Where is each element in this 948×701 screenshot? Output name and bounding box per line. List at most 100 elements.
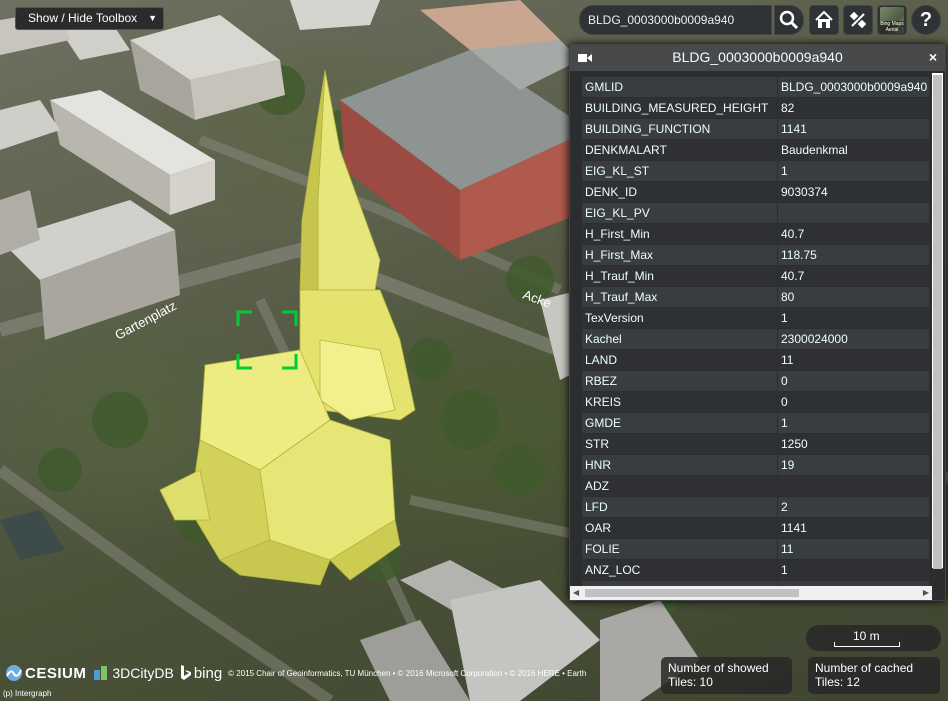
attribute-key: DENKMALART	[581, 139, 778, 161]
scroll-right-icon[interactable]: ▶	[923, 588, 929, 597]
base-layer-picker-button[interactable]: Bing Maps Aerial	[877, 5, 907, 35]
attribute-value: 11	[777, 349, 930, 371]
scale-label: 10 m	[853, 629, 880, 643]
table-row: EIG_KL_PV	[581, 202, 930, 224]
attribute-value: Baudenkmal	[777, 139, 930, 161]
credit-text: © 2015 Chair of Geoinformatics, TU Münch…	[228, 668, 587, 678]
scene-mode-icon	[849, 11, 867, 29]
attribute-key: H_First_Min	[581, 223, 778, 245]
attribute-key: H_Trauf_Max	[581, 286, 778, 308]
attribute-key: GMLID	[581, 76, 778, 98]
showed-tiles-label: Number of showed	[668, 661, 769, 675]
table-row: DENKMALART Baudenkmal	[581, 139, 930, 161]
table-row: H_First_Min 40.7	[581, 223, 930, 245]
attribute-value: 19	[777, 454, 930, 476]
attribute-key: ADZ	[581, 475, 778, 497]
cached-tiles-count: Tiles: 12	[815, 675, 860, 689]
attribute-key: EIG_KL_ST	[581, 160, 778, 182]
help-button[interactable]: ?	[911, 5, 941, 35]
home-icon	[815, 10, 833, 28]
home-button[interactable]	[809, 5, 839, 35]
table-row: STR 1250	[581, 433, 930, 455]
attribute-key: LFD	[581, 496, 778, 518]
help-icon: ?	[919, 8, 933, 31]
table-row: BUILDING_MEASURED_HEIGHT 82	[581, 97, 930, 119]
table-row: KREIS 0	[581, 391, 930, 413]
table-row: H_First_Max 118.75	[581, 244, 930, 266]
scene-mode-button[interactable]	[843, 5, 873, 35]
table-row: BUILDING_FUNCTION 1141	[581, 118, 930, 140]
table-row: ANZ_LOC 1	[581, 559, 930, 581]
horizontal-scrollbar[interactable]: ◀ ▶	[570, 586, 932, 600]
attribute-key: RBEZ	[581, 370, 778, 392]
camera-icon[interactable]	[578, 53, 592, 63]
showed-tiles-counter: Number of showed Tiles: 10	[661, 657, 792, 694]
table-row: GMLID BLDG_0003000b0009a940	[581, 76, 930, 98]
showed-tiles-count: Tiles: 10	[668, 675, 713, 689]
close-icon[interactable]: ×	[929, 45, 937, 70]
cesium-logo-text: CESIUM	[25, 664, 87, 682]
table-row: ADZ	[581, 475, 930, 497]
scrollbar-thumb[interactable]	[585, 589, 799, 597]
attribute-value: 0	[777, 370, 930, 392]
distance-legend: 10 m	[806, 625, 941, 651]
table-row: GMDE 1	[581, 412, 930, 434]
attribute-value	[777, 475, 930, 497]
attribute-key: GMDE	[581, 412, 778, 434]
attribute-value	[777, 202, 930, 224]
attribute-value: 40.7	[777, 265, 930, 287]
search-button[interactable]	[774, 5, 804, 35]
attribute-table: GMLID BLDG_0003000b0009a940 BUILDING_MEASU…	[581, 76, 930, 586]
cached-tiles-label: Number of cached	[815, 661, 914, 675]
attribute-value: 1	[777, 160, 930, 182]
attribute-value: 82	[777, 97, 930, 119]
attribute-value: 9030374	[777, 181, 930, 203]
attribute-value: 0	[777, 391, 930, 413]
attribute-value: BLDG_0003000b0009a940	[777, 76, 930, 98]
attribute-value: 2	[777, 496, 930, 518]
attribute-value: 1250	[777, 433, 930, 455]
toolbox-label: Show / Hide Toolbox	[28, 11, 138, 25]
table-row: LFD 2	[581, 496, 930, 518]
table-row: H_Trauf_Min 40.7	[581, 265, 930, 287]
bing-icon	[180, 665, 191, 680]
attribute-key: FOLIE	[581, 538, 778, 560]
search-input-value: BLDG_0003000b0009a940	[588, 13, 735, 27]
attribute-value: 1	[777, 559, 930, 581]
bing-logo[interactable]: bing	[180, 665, 222, 682]
citydb-logo-text: 3DCityDB	[112, 665, 174, 681]
attribute-key: Kachel	[581, 328, 778, 350]
attribute-key: OAR	[581, 517, 778, 539]
scroll-left-icon[interactable]: ◀	[573, 588, 579, 597]
cached-tiles-counter: Number of cached Tiles: 12	[808, 657, 940, 694]
infobox-content[interactable]: GMLID BLDG_0003000b0009a940 BUILDING_MEASU…	[570, 71, 945, 586]
table-row: HNR 19	[581, 454, 930, 476]
attribute-key: HNR	[581, 454, 778, 476]
table-row: OAR 1141	[581, 517, 930, 539]
table-row: RBEZ 0	[581, 370, 930, 392]
citydb-logo[interactable]: 3DCityDB	[92, 664, 174, 682]
base-layer-thumbnail: Bing Maps Aerial	[880, 7, 904, 33]
table-row: TexVersion 1	[581, 307, 930, 329]
geocoder-search-input[interactable]: BLDG_0003000b0009a940	[579, 5, 772, 35]
vertical-scrollbar[interactable]	[932, 73, 943, 569]
attribute-value: 1	[777, 412, 930, 434]
attribute-value: 2300024000	[777, 328, 930, 350]
scrollbar-thumb[interactable]	[933, 75, 942, 569]
citydb-icon	[94, 666, 108, 680]
caret-down-icon: ▼	[148, 13, 157, 23]
table-row: EIG_KL_ST 1	[581, 160, 930, 182]
infobox-header: BLDG_0003000b0009a940 ×	[570, 45, 945, 71]
cesium-globe-icon	[6, 665, 22, 681]
attribute-key: KREIS	[581, 391, 778, 413]
table-row: H_Trauf_Max 80	[581, 286, 930, 308]
base-layer-label: Bing Maps Aerial	[880, 21, 904, 33]
attribute-key: BUILDING_MEASURED_HEIGHT	[581, 97, 778, 119]
attribute-key: ANZ_LOC	[581, 559, 778, 581]
table-row: Kachel 2300024000	[581, 328, 930, 350]
toggle-toolbox-button[interactable]: Show / Hide Toolbox ▼	[15, 7, 164, 30]
attribute-key: STR	[581, 433, 778, 455]
scale-bar	[834, 642, 900, 647]
cesium-logo[interactable]: CESIUM	[5, 664, 86, 682]
attribute-value: 1141	[777, 118, 930, 140]
